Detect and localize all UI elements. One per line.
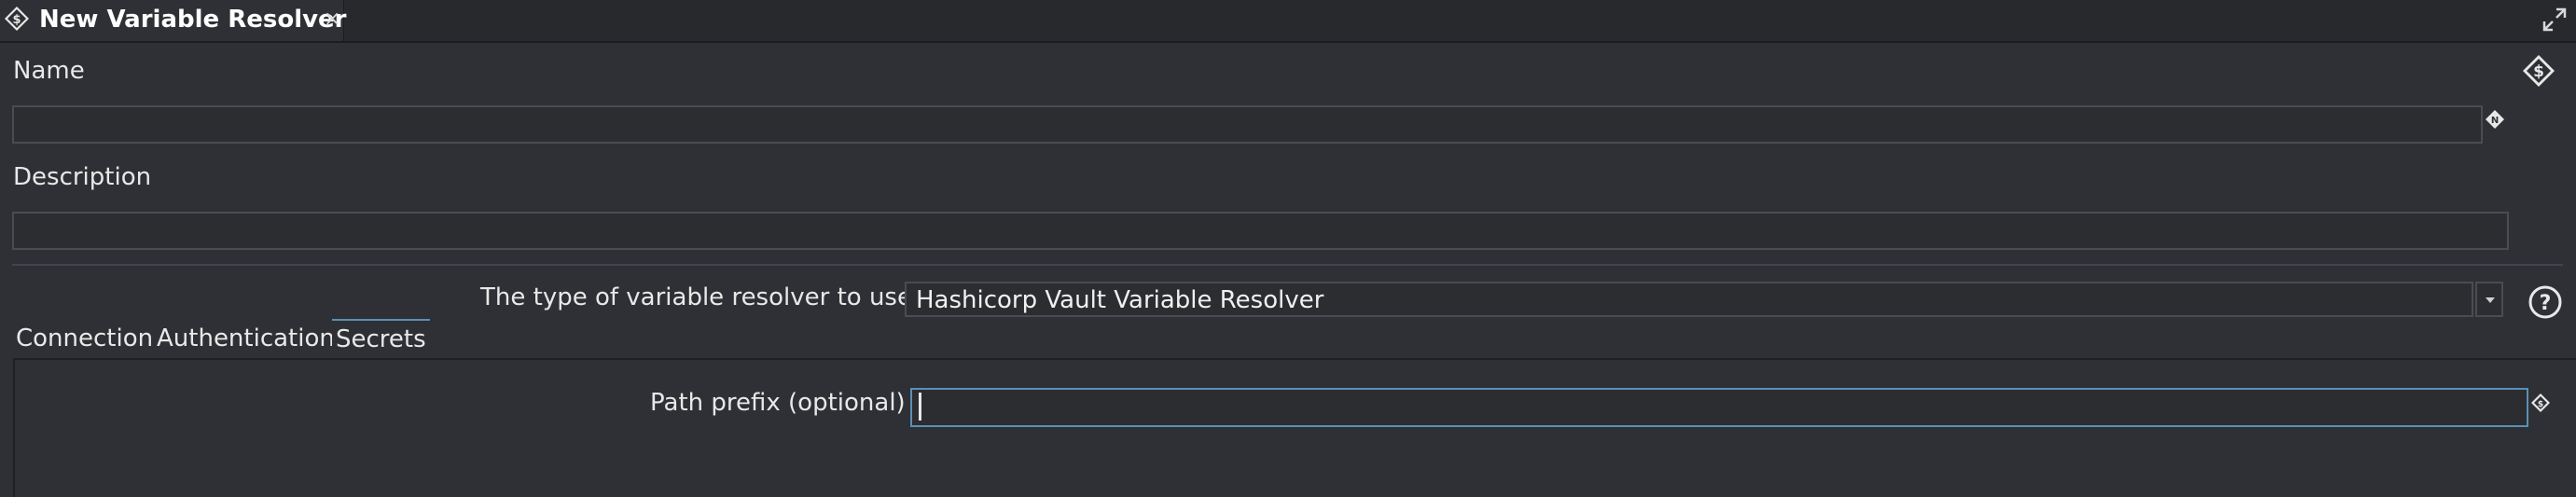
maximize-icon[interactable] — [2541, 6, 2569, 34]
resolver-type-dropdown-button[interactable] — [2475, 282, 2503, 317]
translate-icon[interactable]: N — [2485, 109, 2505, 130]
variable-dollar-icon[interactable]: $ — [2530, 393, 2551, 413]
name-field[interactable] — [12, 105, 2483, 144]
description-label: Description — [13, 163, 152, 191]
resolver-type-value: Hashicorp Vault Variable Resolver — [916, 286, 1324, 314]
svg-text:N: N — [2491, 116, 2499, 126]
svg-text:?: ? — [2540, 292, 2552, 315]
name-input[interactable] — [14, 107, 2481, 142]
svg-text:$: $ — [2533, 62, 2544, 81]
help-icon[interactable]: ? — [2528, 284, 2563, 320]
editor-tab[interactable]: $ New Variable Resolver × — [0, 0, 347, 41]
secrets-panel — [13, 358, 2576, 497]
text-cursor — [919, 393, 921, 421]
path-prefix-field[interactable] — [910, 388, 2528, 427]
variable-dollar-icon: $ — [4, 6, 30, 32]
resolver-type-select[interactable]: Hashicorp Vault Variable Resolver — [905, 282, 2473, 317]
tab-authentication[interactable]: Authentication — [157, 319, 335, 358]
tab-secrets[interactable]: Secrets — [332, 319, 430, 360]
name-label: Name — [13, 57, 85, 85]
tab-connection[interactable]: Connection — [16, 319, 153, 358]
path-prefix-input[interactable] — [912, 390, 2527, 425]
editor-tab-bar: $ New Variable Resolver × — [0, 0, 2576, 43]
svg-text:$: $ — [2538, 400, 2543, 409]
svg-text:$: $ — [12, 13, 21, 27]
close-tab-button[interactable]: × — [324, 7, 340, 31]
chevron-down-icon — [2486, 297, 2495, 303]
description-field[interactable] — [12, 212, 2509, 250]
separator — [12, 264, 2563, 266]
editor-tab-title: New Variable Resolver — [39, 6, 347, 34]
description-input[interactable] — [14, 214, 2507, 248]
variable-dollar-icon: $ — [2522, 54, 2555, 88]
resolver-type-label: The type of variable resolver to use — [480, 283, 912, 311]
path-prefix-label: Path prefix (optional) — [650, 389, 906, 417]
